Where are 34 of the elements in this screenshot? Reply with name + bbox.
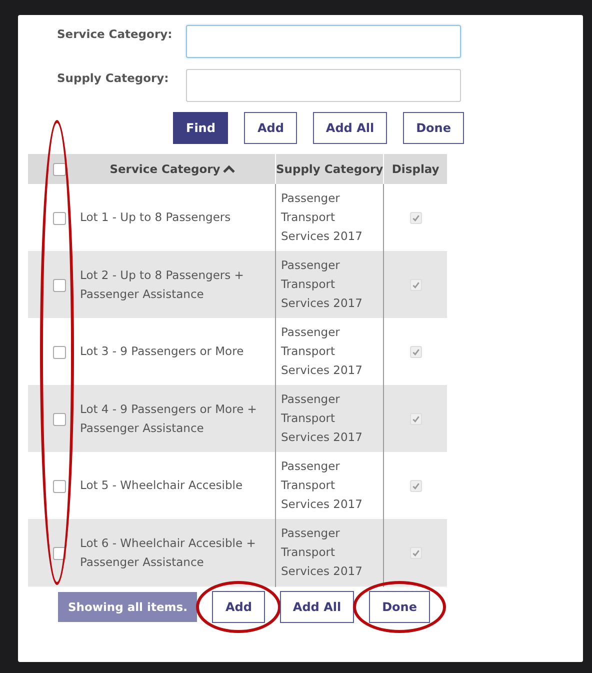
table-cell: Lot 3 - 9 Passengers or More bbox=[80, 344, 244, 358]
table-cell: Passenger Transport Services 2017 bbox=[281, 459, 362, 511]
field-label: Supply Category: bbox=[56, 71, 170, 85]
row-checkbox[interactable] bbox=[52, 546, 66, 560]
input-field[interactable] bbox=[186, 69, 461, 102]
select-all-checkbox[interactable] bbox=[52, 163, 66, 176]
table-cell: Passenger Transport Services 2017 bbox=[281, 191, 362, 243]
row-checkbox[interactable] bbox=[52, 346, 66, 359]
action-button[interactable]: Add bbox=[244, 112, 297, 144]
table-cell: Lot 4 - 9 Passengers or More + Passenger Assistance bbox=[80, 402, 257, 434]
column-header[interactable]: Display bbox=[384, 154, 447, 184]
find-button[interactable]: Find bbox=[173, 112, 228, 144]
table-cell: Lot 5 - Wheelchair Accesible bbox=[80, 478, 243, 492]
field-label: Service Category: bbox=[56, 27, 174, 41]
row-checkbox[interactable] bbox=[52, 212, 66, 225]
column-header[interactable]: Supply Category bbox=[276, 154, 384, 184]
action-button[interactable]: Add All bbox=[312, 112, 388, 144]
table-cell: Passenger Transport Services 2017 bbox=[281, 526, 362, 578]
table-cell: Passenger Transport Services 2017 bbox=[281, 258, 362, 310]
table-cell: Lot 2 - Up to 8 Passengers + Passenger Assistance bbox=[80, 268, 244, 300]
action-button[interactable]: Done bbox=[403, 112, 464, 144]
table-cell: Lot 1 - Up to 8 Passengers bbox=[80, 210, 231, 224]
table-cell: Passenger Transport Services 2017 bbox=[281, 392, 362, 444]
action-button[interactable]: Add All bbox=[280, 591, 354, 623]
row-checkbox[interactable] bbox=[52, 412, 66, 426]
input-field[interactable] bbox=[186, 25, 461, 58]
action-button[interactable]: Done bbox=[369, 591, 430, 623]
column-header[interactable]: Service Category bbox=[70, 154, 276, 184]
row-checkbox[interactable] bbox=[52, 480, 66, 493]
status-badge: Showing all items. bbox=[58, 592, 198, 622]
table-cell: Lot 6 - Wheelchair Accesible + Passenger Assistance bbox=[80, 536, 256, 568]
table-cell: Passenger Transport Services 2017 bbox=[281, 325, 362, 377]
action-button[interactable]: Add bbox=[212, 591, 265, 623]
row-checkbox[interactable] bbox=[52, 278, 66, 292]
